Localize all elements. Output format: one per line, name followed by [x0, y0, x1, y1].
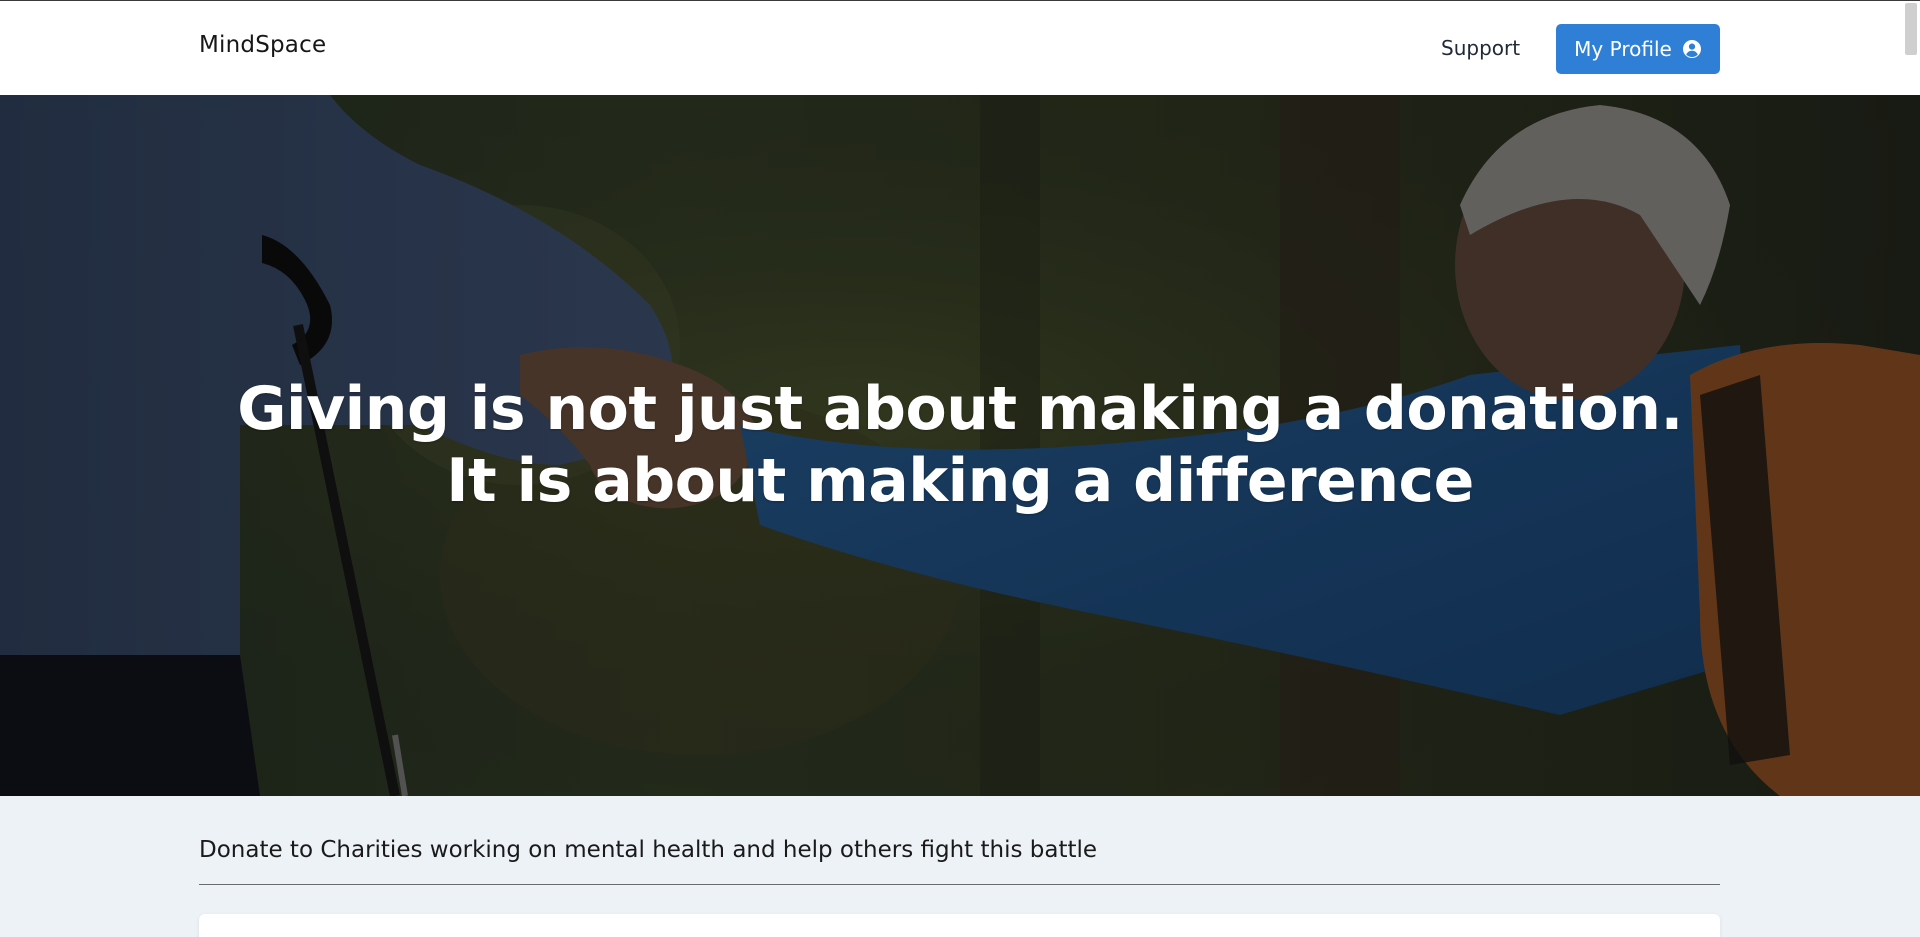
scrollbar-thumb[interactable] [1905, 3, 1917, 55]
top-navbar: MindSpace Support My Profile [0, 0, 1920, 95]
nav-link-support[interactable]: Support [1441, 36, 1520, 60]
donate-section-heading: Donate to Charities working on mental he… [199, 837, 1098, 863]
my-profile-button[interactable]: My Profile [1556, 24, 1720, 74]
section-divider [199, 884, 1720, 885]
hero-title: Giving is not just about making a donati… [0, 373, 1920, 517]
user-circle-icon [1682, 39, 1702, 59]
hero-title-line-1: Giving is not just about making a donati… [237, 374, 1683, 444]
hero-banner: Giving is not just about making a donati… [0, 95, 1920, 796]
my-profile-label: My Profile [1574, 37, 1672, 61]
page: MindSpace Support My Profile Giving is n… [0, 0, 1920, 937]
charity-card[interactable] [199, 914, 1720, 937]
hero-title-line-2: It is about making a difference [446, 446, 1474, 516]
page-scrollbar[interactable] [1902, 0, 1920, 937]
brand-logo[interactable]: MindSpace [199, 32, 326, 58]
